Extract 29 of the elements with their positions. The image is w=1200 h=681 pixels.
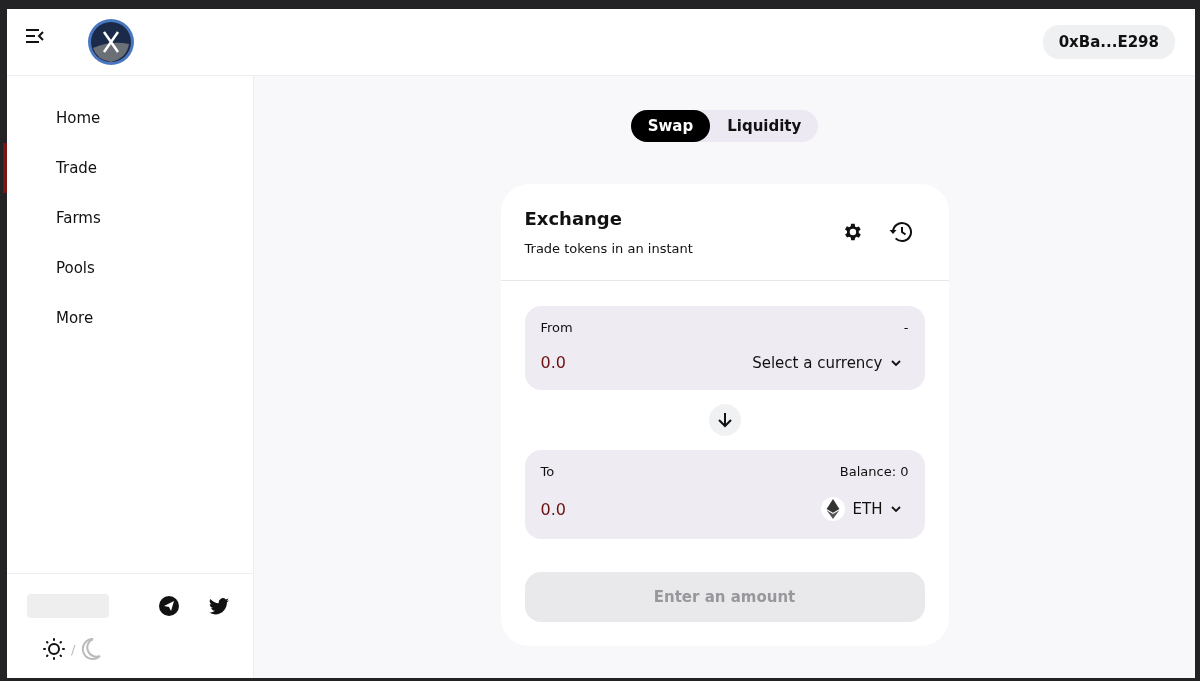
amount-input[interactable]: 0.0 (540, 353, 661, 372)
amount-input[interactable]: 0.0 (540, 499, 661, 519)
panel-label: From (540, 320, 573, 335)
swap-direction-button[interactable] (708, 404, 741, 436)
logo-icon[interactable] (87, 18, 135, 66)
sidebar-item[interactable]: Home (3, 93, 253, 143)
history-icon[interactable] (888, 221, 913, 243)
theme-separator: / (71, 641, 76, 657)
twitter-icon[interactable] (209, 597, 229, 615)
card-title: Exchange (524, 208, 623, 229)
currency-selector[interactable]: Select a currency (752, 353, 909, 372)
panel-label: To (540, 464, 555, 479)
ethereum-icon (825, 499, 840, 519)
sidebar-item[interactable]: More (3, 293, 253, 343)
telegram-icon[interactable] (159, 596, 179, 616)
tab[interactable]: Swap (630, 110, 711, 142)
chevron-down-icon (890, 358, 901, 367)
menu-icon[interactable] (25, 28, 45, 44)
card-subtitle: Trade tokens in an instant (524, 241, 693, 256)
balance-text: - (903, 320, 909, 335)
tab[interactable]: Liquidity (710, 110, 819, 142)
chevron-down-icon (890, 505, 901, 513)
currency-selector[interactable]: ETH (820, 497, 909, 521)
sidebar-item[interactable]: Pools (3, 243, 253, 293)
balance-text: Balance: 0 (839, 464, 909, 479)
wallet-address-button[interactable]: 0xBa...E298 (1042, 25, 1175, 59)
sun-icon[interactable] (43, 638, 65, 660)
sidebar-item[interactable]: Farms (3, 193, 253, 243)
arrow-down-icon (715, 411, 734, 429)
